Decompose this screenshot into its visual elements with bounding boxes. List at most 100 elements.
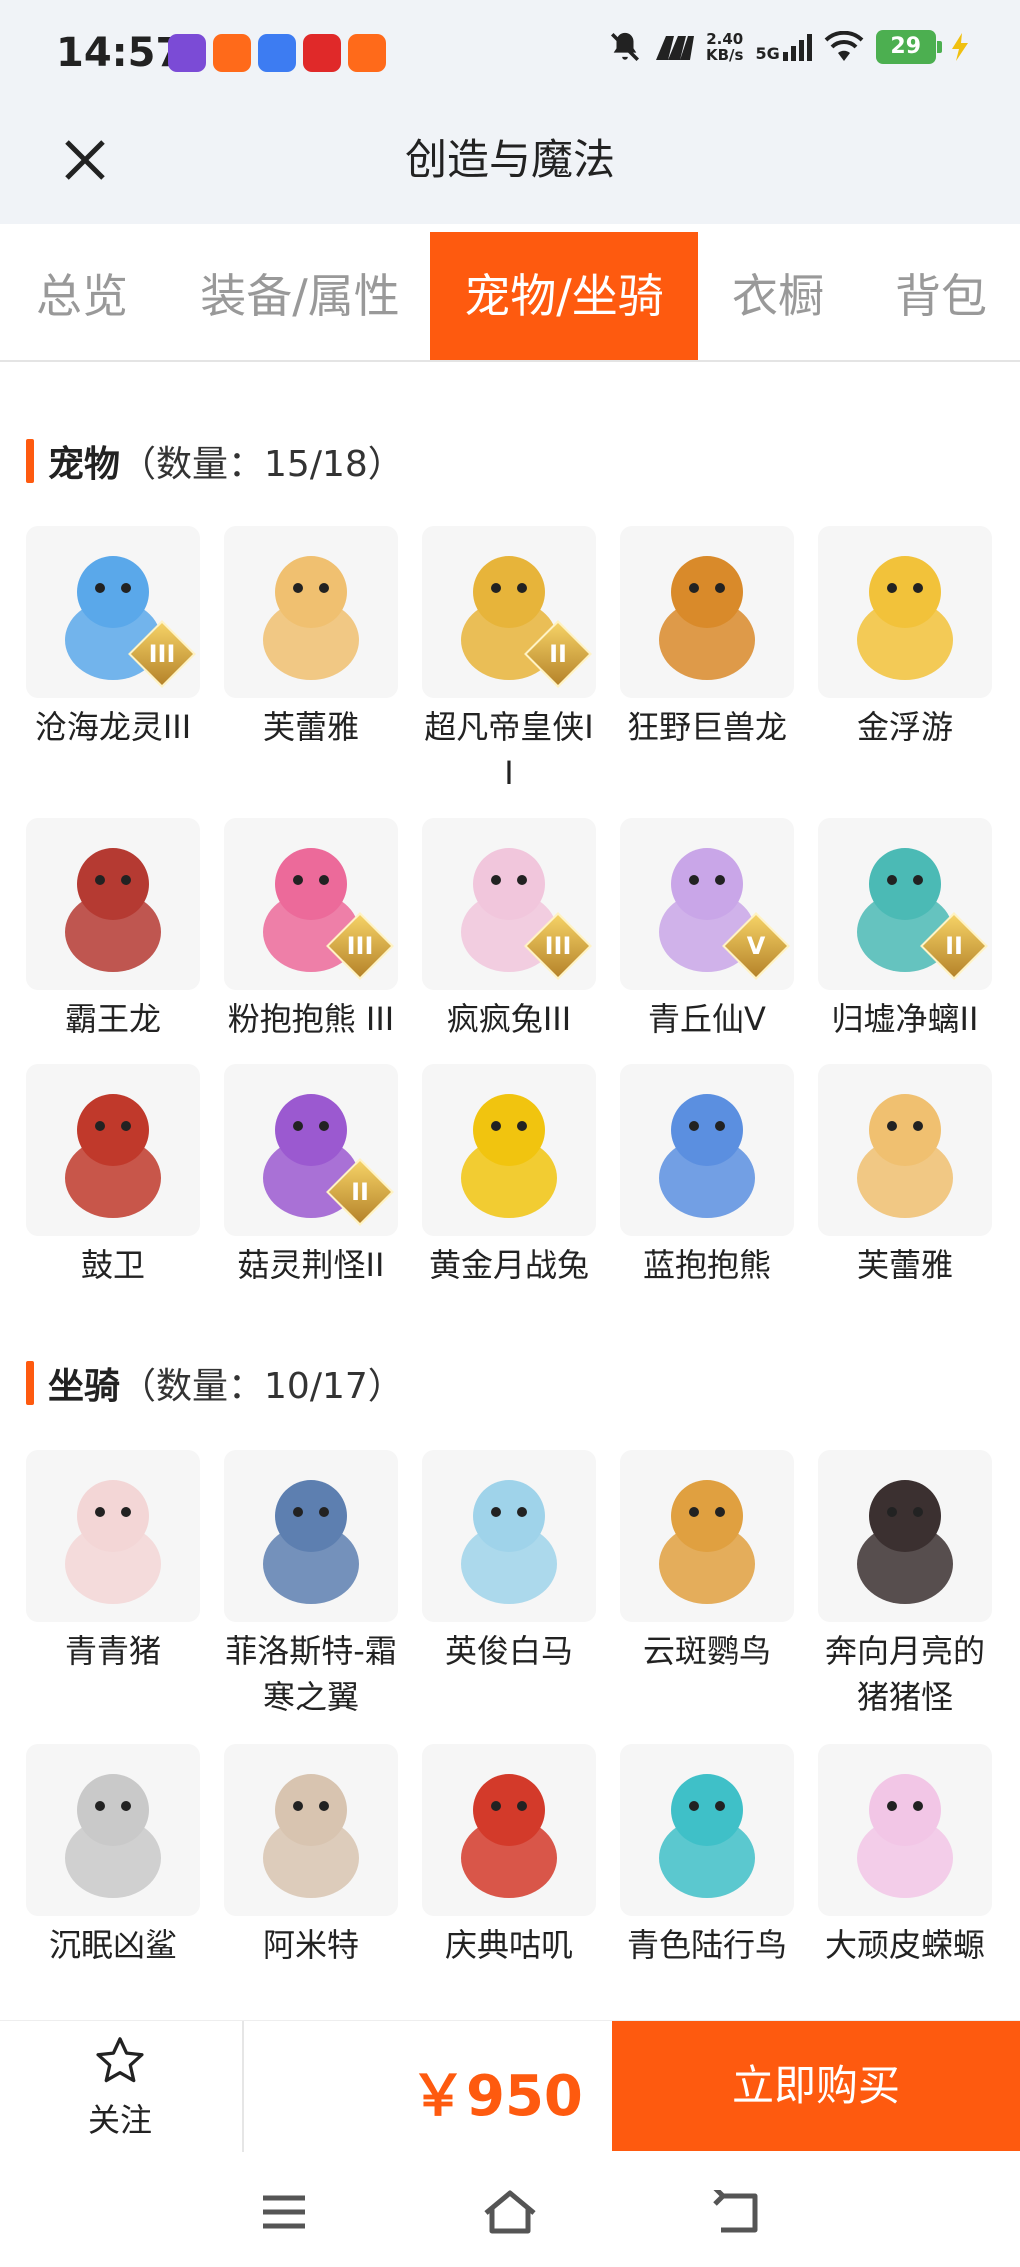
pet-name: 菇灵荆怪II <box>237 1246 385 1284</box>
mount-card[interactable]: 云斑鹦鸟 <box>620 1450 794 1674</box>
mount-card[interactable]: 沉眠凶鲨 <box>26 1744 200 1968</box>
pet-card[interactable]: II 菇灵荆怪II <box>224 1064 398 1288</box>
mount-card[interactable]: 青色陆行鸟 <box>620 1744 794 1968</box>
section-accent-bar <box>26 439 34 483</box>
mount-name: 青色陆行鸟 <box>626 1926 787 1964</box>
pet-name: 黄金月战兔 <box>428 1246 589 1284</box>
mount-card[interactable]: 菲洛斯特-霜寒之翼 <box>224 1450 398 1720</box>
mount-name: 英俊白马 <box>444 1632 573 1670</box>
pet-thumbnail <box>224 526 398 698</box>
tab-backpack[interactable]: 背包 <box>876 232 1006 360</box>
pet-card[interactable]: 芙蕾雅 <box>818 1064 992 1288</box>
signal-m-icon <box>656 36 694 60</box>
tab-overview[interactable]: 总览 <box>10 232 154 360</box>
mount-name: 菲洛斯特-霜寒之翼 <box>225 1632 397 1716</box>
mount-thumbnail <box>422 1450 596 1622</box>
mount-card[interactable]: 青青猪 <box>26 1450 200 1674</box>
pet-thumbnail: III <box>422 818 596 990</box>
mount-name: 云斑鹦鸟 <box>642 1632 771 1670</box>
pet-card[interactable]: 鼓卫 <box>26 1064 200 1288</box>
pet-image <box>857 556 953 680</box>
pet-thumbnail <box>818 526 992 698</box>
pet-name: 鼓卫 <box>80 1246 145 1284</box>
mount-card[interactable]: 阿米特 <box>224 1744 398 1968</box>
mounts-title: 坐骑 <box>48 1366 121 1407</box>
menu-icon <box>263 2195 305 2229</box>
mount-card[interactable]: 奔向月亮的猪猪怪 <box>818 1450 992 1720</box>
tier-badge-label: III <box>544 932 572 960</box>
pet-image <box>65 848 161 972</box>
mount-thumbnail <box>818 1450 992 1622</box>
mounts-count: （数量：10/17） <box>120 1366 404 1407</box>
back-nav-button[interactable] <box>706 2182 766 2242</box>
cell-signal: 5G <box>755 32 812 62</box>
pet-name: 蓝抱抱熊 <box>642 1246 771 1284</box>
pet-card[interactable]: III 粉抱抱熊 III <box>224 818 398 1042</box>
mount-card[interactable]: 大顽皮蝾螈 <box>818 1744 992 1968</box>
pet-name: 沧海龙灵III <box>34 708 192 746</box>
pet-thumbnail: II <box>422 526 596 698</box>
game-app-icon <box>348 34 386 72</box>
follow-button[interactable]: 关注 <box>50 2033 190 2143</box>
pet-card[interactable]: 芙蕾雅 <box>224 526 398 750</box>
mount-name: 奔向月亮的猪猪怪 <box>824 1632 985 1716</box>
mount-card[interactable]: 英俊白马 <box>422 1450 596 1674</box>
pet-card[interactable]: III 沧海龙灵III <box>26 526 200 750</box>
mount-image <box>857 1480 953 1604</box>
mount-thumbnail <box>224 1450 398 1622</box>
system-nav-bar <box>0 2152 1020 2267</box>
pet-card[interactable]: 金浮游 <box>818 526 992 750</box>
home-nav-button[interactable] <box>480 2182 540 2242</box>
pet-thumbnail: II <box>818 818 992 990</box>
mount-thumbnail <box>620 1744 794 1916</box>
mount-card[interactable]: 庆典咕叽 <box>422 1744 596 1968</box>
pet-image <box>461 1094 557 1218</box>
status-time: 14:57 <box>56 30 184 76</box>
mount-image <box>659 1774 755 1898</box>
mount-name: 沉眠凶鲨 <box>48 1926 177 1964</box>
grid-app-icon <box>213 34 251 72</box>
pet-card[interactable]: III 疯疯兔III <box>422 818 596 1042</box>
pet-name: 狂野巨兽龙 <box>626 708 787 746</box>
pet-card[interactable]: 霸王龙 <box>26 818 200 1042</box>
pet-card[interactable]: 黄金月战兔 <box>422 1064 596 1288</box>
pet-card[interactable]: V 青丘仙V <box>620 818 794 1042</box>
tab-wardrobe[interactable]: 衣橱 <box>718 232 838 360</box>
mount-image <box>461 1774 557 1898</box>
tier-badge-label: II <box>351 1178 369 1206</box>
shop-app-icon <box>303 34 341 72</box>
pet-card[interactable]: II 超凡帝皇侠II <box>422 526 596 796</box>
tab-equipment[interactable]: 装备/属性 <box>180 232 420 360</box>
pets-title: 宠物 <box>48 444 121 485</box>
charging-icon <box>951 33 968 61</box>
pets-section-title: 宠物 （数量：15/18） <box>26 436 404 486</box>
pet-thumbnail <box>620 526 794 698</box>
bottom-action-bar: 关注 ￥950 立即购买 <box>0 2020 1020 2153</box>
mount-name: 青青猪 <box>64 1632 161 1670</box>
header: 创造与魔法 <box>0 112 1020 224</box>
home-icon <box>484 2190 536 2234</box>
pet-card[interactable]: II 归墟净螭II <box>818 818 992 1042</box>
pet-image <box>659 1094 755 1218</box>
pet-name: 青丘仙V <box>648 1000 766 1038</box>
mount-image <box>263 1480 359 1604</box>
section-accent-bar <box>26 1361 34 1405</box>
page-title: 创造与魔法 <box>404 135 615 184</box>
pet-card[interactable]: 蓝抱抱熊 <box>620 1064 794 1288</box>
tier-badge-label: II <box>945 932 963 960</box>
pet-name: 粉抱抱熊 III <box>227 1000 395 1038</box>
mount-thumbnail <box>620 1450 794 1622</box>
mount-image <box>461 1480 557 1604</box>
pet-thumbnail: V <box>620 818 794 990</box>
speed-value: 2.40 <box>706 30 744 48</box>
pet-thumbnail: III <box>224 818 398 990</box>
buy-now-button[interactable]: 立即购买 <box>612 2021 1020 2151</box>
pet-thumbnail: III <box>26 526 200 698</box>
tab-pets-mounts[interactable]: 宠物/坐骑 <box>430 232 698 360</box>
pet-name: 芙蕾雅 <box>856 1246 953 1284</box>
mount-thumbnail <box>422 1744 596 1916</box>
menu-nav-button[interactable] <box>254 2182 314 2242</box>
pet-card[interactable]: 狂野巨兽龙 <box>620 526 794 750</box>
wifi-icon <box>824 31 864 61</box>
tier-badge-label: II <box>549 640 567 668</box>
